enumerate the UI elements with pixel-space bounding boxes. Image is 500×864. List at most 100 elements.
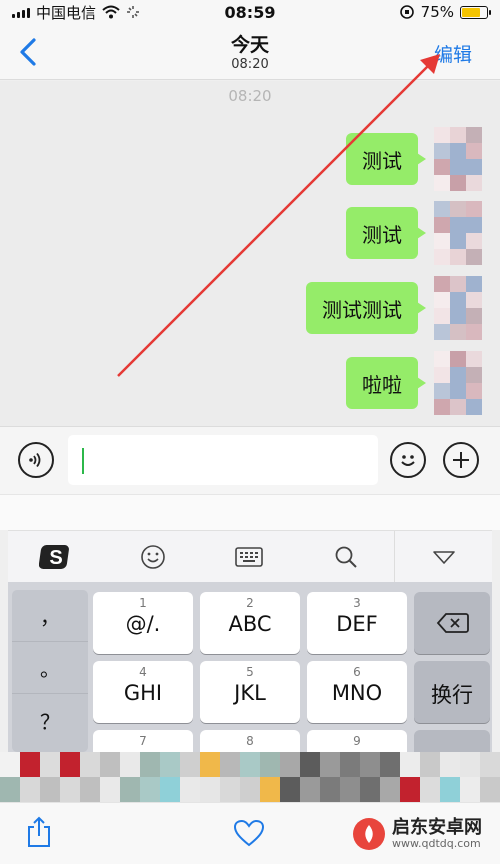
key-9[interactable]: 9 bbox=[307, 730, 407, 752]
mosaic-pixel bbox=[480, 752, 500, 777]
mosaic-pixel bbox=[140, 777, 160, 802]
keyboard-toolbar: S bbox=[8, 530, 492, 582]
avatar-pixel bbox=[466, 292, 482, 308]
key-3[interactable]: 3 DEF bbox=[307, 592, 407, 654]
avatar[interactable] bbox=[434, 127, 482, 191]
nav-bar: 今天 08:20 编辑 bbox=[0, 24, 500, 80]
orientation-lock-icon bbox=[399, 5, 414, 19]
key-1[interactable]: 1 @/. bbox=[93, 592, 193, 654]
mosaic-pixel bbox=[160, 752, 180, 777]
punct-key[interactable]: ， bbox=[12, 590, 88, 642]
avatar-pixel bbox=[450, 308, 466, 324]
mosaic-pixel bbox=[380, 777, 400, 802]
avatar-pixel bbox=[466, 127, 482, 143]
message-row: 测试 bbox=[346, 127, 482, 191]
mosaic-pixel bbox=[460, 752, 480, 777]
bottom-bar: 启东安卓网 www.qdtdq.com bbox=[0, 802, 500, 864]
mosaic-pixel bbox=[120, 777, 140, 802]
avatar-pixel bbox=[466, 324, 482, 340]
punct-key[interactable]: 。 bbox=[12, 642, 88, 694]
avatar-pixel bbox=[466, 159, 482, 175]
chat-area[interactable]: 08:20 测试 测试 测试测试 啦啦 bbox=[0, 81, 500, 426]
message-bubble[interactable]: 测试 bbox=[346, 133, 426, 185]
mosaic-pixel bbox=[200, 777, 220, 802]
mosaic-pixel bbox=[60, 777, 80, 802]
avatar-pixel bbox=[434, 217, 450, 233]
mosaic-pixel bbox=[120, 752, 140, 777]
backspace-key[interactable] bbox=[414, 592, 490, 654]
key-6[interactable]: 6 MNO bbox=[307, 661, 407, 723]
message-bubble[interactable]: 啦啦 bbox=[346, 357, 426, 409]
voice-icon[interactable] bbox=[18, 442, 54, 478]
mosaic-pixel bbox=[40, 752, 60, 777]
mosaic-pixel bbox=[280, 752, 300, 777]
mosaic-pixel bbox=[300, 777, 320, 802]
mosaic-pixel bbox=[340, 752, 360, 777]
share-icon[interactable] bbox=[26, 815, 52, 849]
avatar[interactable] bbox=[434, 201, 482, 265]
status-bar: 中国电信 08:59 75% bbox=[0, 0, 500, 24]
collapse-icon[interactable] bbox=[394, 531, 492, 582]
backspace-icon bbox=[436, 613, 469, 633]
emoji-icon[interactable] bbox=[105, 531, 202, 582]
key-5[interactable]: 5 JKL bbox=[200, 661, 300, 723]
newline-key[interactable]: 换行 bbox=[414, 661, 490, 723]
emoji-icon[interactable] bbox=[390, 442, 426, 478]
mosaic-pixel bbox=[80, 777, 100, 802]
keyboard-key[interactable] bbox=[414, 730, 490, 752]
mosaic-pixel bbox=[420, 752, 440, 777]
avatar-pixel bbox=[434, 308, 450, 324]
mosaic-pixel bbox=[340, 777, 360, 802]
search-icon[interactable] bbox=[298, 531, 395, 582]
keyboard-candidate-strip bbox=[0, 494, 500, 530]
message-input[interactable] bbox=[68, 435, 378, 485]
mosaic-pixel bbox=[260, 777, 280, 802]
avatar-pixel bbox=[450, 383, 466, 399]
mosaic-pixel bbox=[20, 777, 40, 802]
heart-icon[interactable] bbox=[233, 819, 265, 847]
keyboard-body: ， 。 ？ 1 @/. 2 ABC 3 DEF 4 GHI 5 JKL 6 MNO 换行 7… bbox=[8, 582, 492, 752]
avatar[interactable] bbox=[434, 351, 482, 415]
avatar-pixel bbox=[466, 143, 482, 159]
key-4[interactable]: 4 GHI bbox=[93, 661, 193, 723]
avatar-pixel bbox=[450, 143, 466, 159]
mosaic-pixel bbox=[180, 752, 200, 777]
keyboard-icon[interactable] bbox=[201, 531, 298, 582]
avatar-pixel bbox=[466, 217, 482, 233]
avatar-pixel bbox=[434, 399, 450, 415]
plus-icon[interactable] bbox=[443, 442, 479, 478]
message-bubble[interactable]: 测试测试 bbox=[306, 282, 426, 334]
avatar-pixel bbox=[434, 367, 450, 383]
mosaic-pixel bbox=[440, 752, 460, 777]
avatar-pixel bbox=[466, 308, 482, 324]
mosaic-pixel bbox=[400, 777, 420, 802]
input-bar bbox=[0, 426, 500, 494]
avatar-pixel bbox=[466, 276, 482, 292]
mosaic-pixel bbox=[480, 777, 500, 802]
avatar-pixel bbox=[434, 233, 450, 249]
avatar-pixel bbox=[450, 399, 466, 415]
avatar-pixel bbox=[466, 233, 482, 249]
watermark-logo-icon bbox=[353, 818, 385, 850]
key-8[interactable]: 8 bbox=[200, 730, 300, 752]
avatar-pixel bbox=[466, 383, 482, 399]
key-7[interactable]: 7 bbox=[93, 730, 193, 752]
avatar-pixel bbox=[450, 217, 466, 233]
mosaic-pixel bbox=[100, 752, 120, 777]
mosaic-pixel bbox=[160, 777, 180, 802]
punct-key[interactable]: ？ bbox=[12, 694, 88, 746]
message-bubble[interactable]: 测试 bbox=[346, 207, 426, 259]
avatar-pixel bbox=[450, 127, 466, 143]
signal-icon bbox=[12, 6, 30, 18]
battery-fill bbox=[462, 7, 480, 17]
mosaic-pixel bbox=[60, 752, 80, 777]
avatar[interactable] bbox=[434, 276, 482, 340]
loading-icon bbox=[127, 6, 140, 18]
page-subtitle: 08:20 bbox=[231, 57, 269, 72]
chat-timestamp: 08:20 bbox=[228, 87, 272, 105]
sogou-logo-icon[interactable]: S bbox=[8, 531, 105, 582]
edit-button[interactable]: 编辑 bbox=[434, 40, 472, 67]
avatar-pixel bbox=[450, 249, 466, 265]
key-2[interactable]: 2 ABC bbox=[200, 592, 300, 654]
avatar-pixel bbox=[466, 367, 482, 383]
